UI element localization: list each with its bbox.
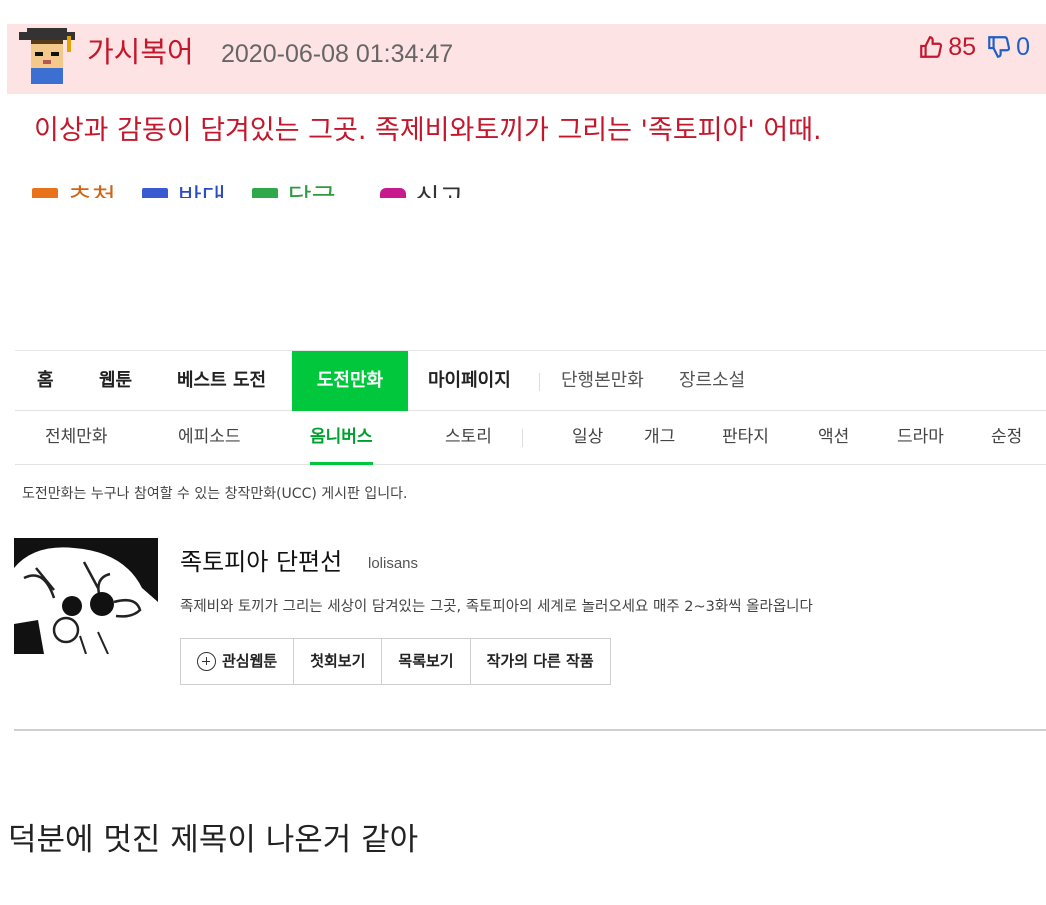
sub-omnibus[interactable]: 옴니버스 [310,411,373,465]
oppose-button[interactable]: 반대 [141,182,226,198]
other-works-button[interactable]: 작가의 다른 작품 [470,639,610,684]
sub-story[interactable]: 스토리 [445,411,492,465]
reply-button[interactable]: 답글 [251,182,336,198]
webtoon-main-nav: 홈 웹툰 베스트 도전 도전만화 마이페이지 단행본만화 장르소설 [15,350,1046,411]
report-button[interactable]: 신고 [379,182,464,198]
gnb-webtoon[interactable]: 웹툰 [99,351,132,411]
recommend-label: 추천 [68,182,116,198]
upvote-count: 85 [948,33,977,61]
comment-text: 이상과 감동이 담겨있는 그곳. 족제비와토끼가 그리는 '족토피아' 어때. [34,115,822,146]
sub-separator [522,429,523,447]
recommend-button[interactable]: 추천 [32,182,116,198]
gnb-books[interactable]: 단행본만화 [561,351,644,411]
favorite-webtoon-button[interactable]: 관심웹툰 [181,639,295,684]
reply-label: 답글 [288,182,336,198]
comment-actions: 추천 반대 답글 신고 [32,176,552,198]
webtoon-sub-nav: 전체만화 에피소드 옴니버스 스토리 일상 개그 판타지 액션 드라마 순정 [15,411,1046,465]
first-episode-button[interactable]: 첫회보기 [294,639,383,684]
board-description: 도전만화는 누구나 참여할 수 있는 창작만화(UCC) 게시판 입니다. [22,486,408,502]
gnb-novel[interactable]: 장르소설 [679,351,745,411]
sub-romance[interactable]: 순정 [991,411,1022,465]
gnb-challenge[interactable]: 도전만화 [292,351,408,411]
oppose-label: 반대 [178,182,226,198]
recommend-icon [32,188,58,198]
reply-icon [251,188,278,198]
series-description: 족제비와 토끼가 그리는 세상이 담겨있는 그곳, 족토피아의 세계로 놀러오세… [180,599,813,615]
avatar[interactable] [19,28,75,84]
report-icon [379,188,406,198]
sub-daily[interactable]: 일상 [572,411,603,465]
sub-comedy[interactable]: 개그 [644,411,675,465]
gnb-home[interactable]: 홈 [37,351,54,411]
series-title[interactable]: 족토피아 단편선 [180,546,342,578]
thumbs-down-icon[interactable] [986,34,1012,60]
section-divider [14,729,1046,731]
sub-episode[interactable]: 에피소드 [178,411,241,465]
gnb-separator [539,373,540,391]
favorite-webtoon-label: 관심웹툰 [222,652,278,670]
vote-group: 85 0 [918,32,1030,62]
downvote-count: 0 [1016,33,1030,61]
sub-fantasy[interactable]: 판타지 [722,411,769,465]
series-button-group: 관심웹툰 첫회보기 목록보기 작가의 다른 작품 [180,638,611,685]
plus-circle-icon [197,652,216,671]
sub-drama[interactable]: 드라마 [897,411,944,465]
post-body-text: 덕분에 멋진 제목이 나온거 같아 [8,822,419,858]
sub-action[interactable]: 액션 [818,411,849,465]
report-label: 신고 [416,182,464,198]
episode-list-button[interactable]: 목록보기 [382,639,471,684]
series-author[interactable]: lolisans [368,554,418,574]
thumbs-up-icon[interactable] [918,34,944,60]
series-thumbnail-art [14,538,158,654]
comment-timestamp: 2020-06-08 01:34:47 [221,40,454,68]
comment-header: 가시복어 2020-06-08 01:34:47 85 0 [7,24,1046,94]
series-thumbnail[interactable] [14,538,158,654]
comment-nickname[interactable]: 가시복어 [87,35,194,69]
gnb-mypage[interactable]: 마이페이지 [428,351,511,411]
sub-all[interactable]: 전체만화 [45,411,108,465]
gnb-best-challenge[interactable]: 베스트 도전 [177,351,266,411]
oppose-icon [141,188,168,198]
